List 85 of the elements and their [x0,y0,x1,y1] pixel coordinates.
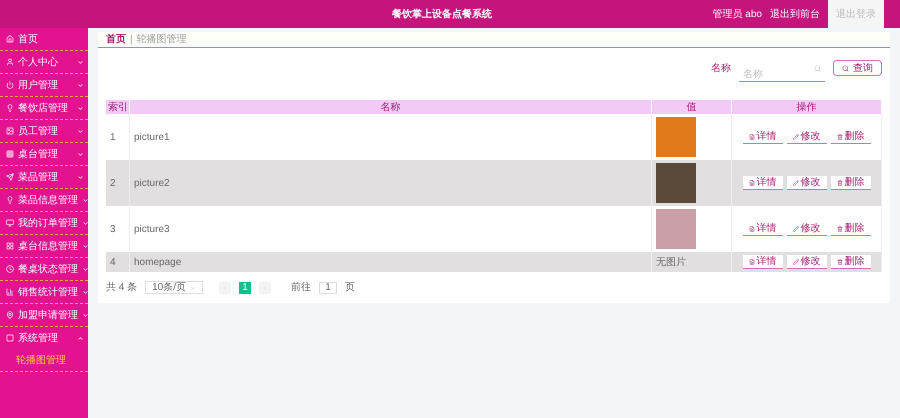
action-icon [836,258,842,264]
menu-icon [6,219,14,227]
breadcrumb-link[interactable]: 轮播图管理 [136,32,187,47]
next-page-button[interactable] [259,282,272,294]
sidebar-item[interactable]: 我的订单管理 [0,212,88,234]
table-cell: homepage [130,252,652,272]
sidebar-item[interactable]: 员工管理 [0,120,88,142]
action-button[interactable]: 修改 [786,255,826,269]
page-size-select[interactable]: 10条/页 [145,281,204,294]
photo-placeholder [656,117,696,157]
menu-icon [6,288,14,296]
goto-suffix: 页 [345,281,356,295]
sidebar-item[interactable]: 餐桌状态管理 [0,258,88,280]
sidebar-item[interactable]: 销售统计管理 [0,281,88,303]
menu-icon [6,265,14,273]
action-button[interactable]: 删除 [830,222,870,236]
action-button[interactable]: 删除 [830,255,870,269]
action-button[interactable]: 修改 [786,130,826,144]
action-button[interactable]: 修改 [786,176,826,190]
sidebar-item[interactable]: 桌台信息管理 [0,235,88,257]
header-link[interactable]: 管理员 abo [712,6,762,22]
action-icon [748,134,754,140]
action-button[interactable]: 修改 [786,222,826,236]
action-icon [836,134,842,140]
action-icon [792,226,798,232]
action-icon [748,258,754,264]
submenu-item[interactable]: 轮播图管理 [0,349,88,371]
sidebar-item[interactable]: 用户管理 [0,74,88,96]
action-icon [792,180,798,186]
column-header: 索引 [106,100,130,114]
caret-icon [190,284,196,290]
action-button[interactable]: 删除 [830,176,870,190]
sidebar-item[interactable]: 菜品管理 [0,166,88,188]
menu-icon [6,311,14,319]
sidebar-item[interactable]: 桌台管理 [0,143,88,165]
action-icon [792,134,798,140]
goto-label: 前往 [291,280,312,295]
menu-icon [6,196,14,204]
search-icon [842,64,849,72]
search-field[interactable]: 名称 [739,68,825,82]
menu-icon [6,58,14,66]
menu-icon [6,104,14,112]
menu-icon [6,35,14,43]
photo-placeholder [656,163,696,203]
action-button[interactable]: 详情 [742,255,782,269]
menu-icon [6,150,14,158]
action-icon [792,258,798,264]
prev-page-button[interactable] [219,282,232,294]
action-icon [748,180,754,186]
search-label: 名称 [711,62,731,76]
table-cell-text: 无图片 [656,256,686,270]
sidebar-item[interactable]: 菜品信息管理 [0,189,88,211]
breadcrumb-separator: | [130,33,133,47]
menu-icon [6,127,14,135]
sidebar-item[interactable]: 系统管理 [0,327,88,349]
sidebar-item[interactable]: 加盟申请管理 [0,304,88,326]
menu-icon [6,242,14,250]
menu-icon [6,81,14,89]
header-link[interactable]: 退出到前台 [770,6,820,22]
app-title: 餐饮掌上设备点餐系统 [392,8,492,22]
column-header: 值 [652,100,732,114]
total-count: 共 4 条 [106,280,138,295]
column-header: 操作 [732,100,882,114]
action-icon [748,226,754,232]
column-header: 名称 [130,100,652,114]
action-button[interactable]: 详情 [742,222,782,236]
menu-icon [6,334,14,342]
breadcrumb-link[interactable]: 首页 [106,32,126,47]
table-cell: 4 [106,252,130,272]
photo-placeholder [656,209,696,249]
menu-icon [6,173,14,181]
action-button[interactable]: 删除 [830,130,870,144]
table-cell: 2 [106,160,130,206]
search-icon [814,65,821,72]
action-button[interactable]: 详情 [742,176,782,190]
sidebar-item[interactable]: 首页 [0,28,88,50]
query-button[interactable]: 查询 [833,60,882,76]
action-icon [836,226,842,232]
sidebar-item[interactable]: 个人中心 [0,51,88,73]
goto-page-field[interactable]: 1 [319,282,338,294]
table-cell: picture2 [130,160,652,206]
sidebar-item[interactable]: 餐饮店管理 [0,97,88,119]
action-button[interactable]: 详情 [742,130,782,144]
action-icon [836,180,842,186]
chevron-right-icon [262,284,268,290]
